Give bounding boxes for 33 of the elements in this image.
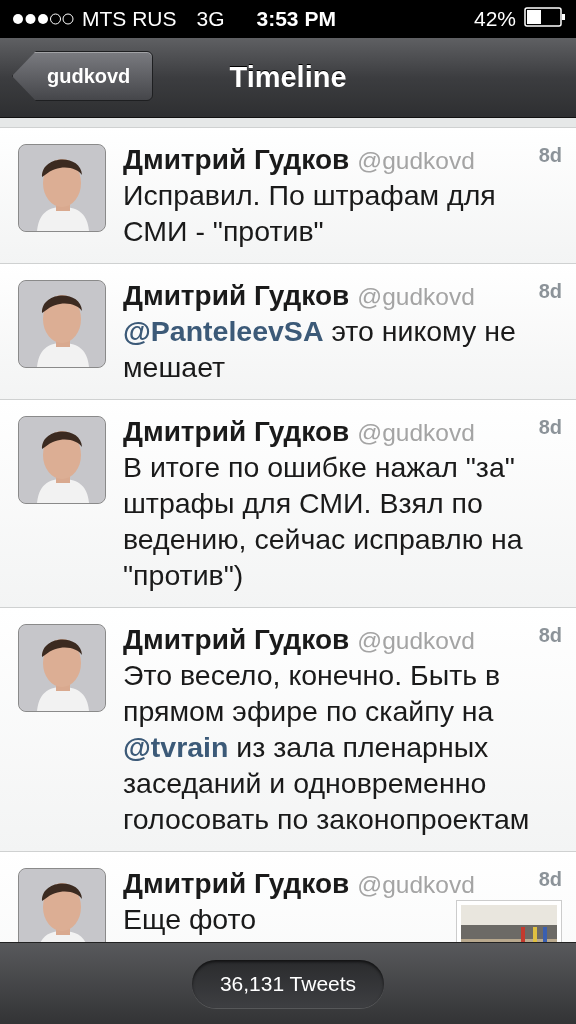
author-handle: @gudkovd [357,147,475,175]
tweet-text: Это весело, конечно. Быть в прямом эфире по скайпу на @tvrain из зала пленарных заседаний и одновременно голосовать по законопроектам [123,658,531,837]
author-name: Дмитрий Гудков [123,280,350,312]
tweet-text: @PanteleevSA это никому не мешает [123,314,517,385]
tweet-age: 8d [538,416,562,439]
author-handle: @gudkovd [357,871,475,899]
author-name: Дмитрий Гудков [123,624,350,656]
network-type: 3G [196,7,225,31]
author-handle: @gudkovd [357,627,475,655]
author-name: Дмитрий Гудков [123,868,350,900]
tweet-text: В итоге по ошибке нажал "за" штрафы для СМИ. Взял по ведению, сейчас исправлю на "против") [123,450,524,593]
avatar-icon [18,416,106,504]
tweet-count: 36,131 Tweets [191,959,385,1008]
author-handle: @gudkovd [357,419,475,447]
battery-percent: 42% [473,7,516,31]
author-handle: @gudkovd [357,283,475,311]
screen-title: Timeline [229,61,347,94]
back-button[interactable]: gudkovd [12,51,154,101]
tweet-age: 8d [538,144,562,167]
avatar-icon [18,280,106,368]
avatar-icon [18,144,106,232]
carrier-name: MTS RUS [82,7,177,31]
tweet-text: Еще фото [123,902,257,937]
signal-icon [12,12,76,26]
tweet-age: 8d [538,280,562,303]
battery-icon [524,6,566,27]
tweet-age: 8d [538,868,562,891]
author-name: Дмитрий Гудков [123,416,350,448]
clock-time: 3:53 PM [256,7,336,31]
avatar-icon [18,624,106,712]
tweet-text: Исправил. По штрафам для СМИ - "против" [123,178,497,249]
tweet-age: 8d [538,624,562,647]
author-name: Дмитрий Гудков [123,144,350,176]
